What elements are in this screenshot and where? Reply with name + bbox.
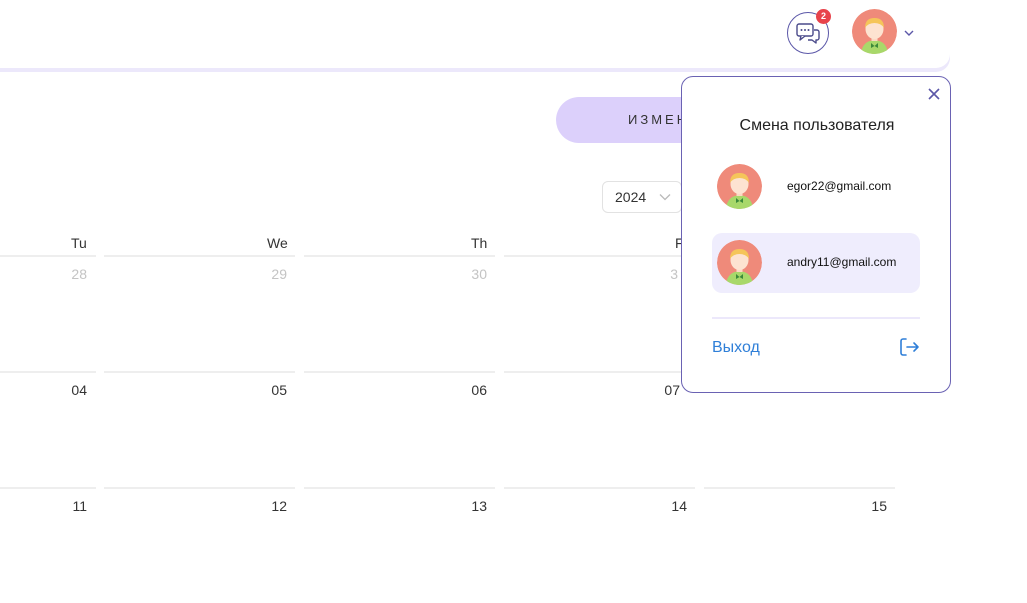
logout-icon[interactable]: [898, 336, 920, 358]
grid-line: [0, 487, 96, 489]
close-icon[interactable]: [927, 87, 941, 101]
day-cell[interactable]: 04: [47, 382, 87, 398]
panel-title: Смена пользователя: [739, 117, 895, 134]
chevron-down-icon: [659, 194, 671, 201]
day-cell[interactable]: 30: [447, 266, 487, 282]
user-avatar-icon: [852, 9, 897, 54]
day-cell[interactable]: 07: [640, 382, 680, 398]
avatar: [717, 164, 762, 209]
day-cell[interactable]: 12: [247, 498, 287, 514]
logout-link[interactable]: Выход: [712, 339, 760, 357]
notification-badge: 2: [816, 9, 831, 24]
day-header-th: Th: [471, 235, 488, 251]
day-cell[interactable]: 14: [647, 498, 687, 514]
grid-line: [104, 371, 295, 373]
day-header-we: We: [267, 235, 288, 251]
day-cell[interactable]: 06: [447, 382, 487, 398]
day-cell[interactable]: 3: [638, 266, 678, 282]
grid-line: [104, 255, 295, 257]
day-cell[interactable]: 28: [47, 266, 87, 282]
divider: [712, 317, 920, 319]
chevron-down-icon[interactable]: [903, 28, 915, 38]
day-cell[interactable]: 29: [247, 266, 287, 282]
grid-line: [504, 255, 682, 257]
user-avatar-icon: [717, 240, 762, 285]
user-email: egor22@gmail.com: [787, 179, 892, 193]
day-header-tu: Tu: [71, 235, 87, 251]
grid-line: [0, 371, 96, 373]
avatar: [717, 240, 762, 285]
grid-line: [0, 255, 96, 257]
grid-line: [504, 371, 682, 373]
day-cell[interactable]: 13: [447, 498, 487, 514]
year-select-value: 2024: [615, 189, 647, 205]
user-option[interactable]: egor22@gmail.com: [712, 157, 920, 217]
grid-line: [304, 487, 495, 489]
grid-line: [104, 487, 295, 489]
user-avatar-icon: [717, 164, 762, 209]
chat-bubbles-icon: [796, 23, 820, 44]
user-option-active[interactable]: andry11@gmail.com: [712, 233, 920, 293]
day-cell[interactable]: 05: [247, 382, 287, 398]
grid-line: [304, 255, 495, 257]
grid-line: [304, 371, 495, 373]
account-switch-panel: Смена пользователя egor22@gmail.com andr…: [681, 76, 951, 393]
grid-line: [504, 487, 695, 489]
day-cell[interactable]: 11: [47, 498, 87, 514]
grid-line: [704, 487, 895, 489]
page: 2 ИЗМЕН 2024 Tu We Th F 28 29 30 3 04 05…: [0, 0, 1027, 603]
day-cell[interactable]: 15: [847, 498, 887, 514]
user-email: andry11@gmail.com: [787, 255, 897, 269]
profile-avatar-button[interactable]: [852, 9, 897, 54]
year-select[interactable]: 2024: [602, 181, 682, 213]
